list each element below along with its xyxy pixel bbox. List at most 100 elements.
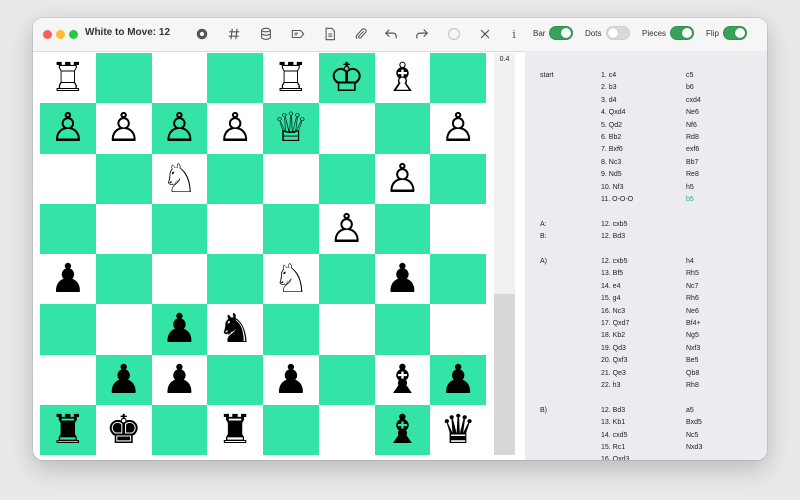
board-square[interactable] [40, 203, 96, 254]
black-move[interactable]: b6 [686, 84, 694, 91]
chess-piece[interactable]: ♝ [384, 410, 420, 450]
board-square[interactable] [374, 203, 431, 254]
black-move[interactable]: Re8 [686, 171, 699, 178]
chess-piece[interactable]: ♟ [273, 360, 309, 400]
move-line[interactable]: 5. Qd2 Nf6 [525, 122, 767, 134]
chess-piece[interactable]: ♝ [384, 360, 420, 400]
database-icon[interactable] [258, 26, 274, 42]
move-line[interactable]: 21. Qe3 Qb8 [525, 370, 767, 382]
black-move[interactable]: b5 [686, 196, 694, 203]
white-move[interactable]: 12. Bd3 [601, 407, 625, 414]
board-square[interactable]: ♙ [207, 103, 263, 154]
chess-piece[interactable]: ♟ [50, 259, 86, 299]
chess-piece[interactable]: ♜ [50, 410, 86, 450]
board-square[interactable] [151, 53, 208, 104]
black-move[interactable]: Ng5 [686, 332, 699, 339]
black-move[interactable]: Rh6 [686, 295, 699, 302]
board-square[interactable]: ♛ [430, 404, 486, 455]
move-line[interactable]: 14. cxd5 Nc5 [525, 432, 767, 444]
move-line[interactable]: 10. Nf3 h5 [525, 184, 767, 196]
black-move[interactable]: Bf4+ [686, 320, 701, 327]
chess-piece[interactable]: ♚ [106, 410, 142, 450]
board-square[interactable] [95, 254, 152, 305]
white-move[interactable]: 4. Qxd4 [601, 109, 626, 116]
board-square[interactable] [263, 304, 319, 355]
black-move[interactable]: Rd8 [686, 134, 699, 141]
black-move[interactable]: Rh8 [686, 382, 699, 389]
board-square[interactable] [151, 404, 208, 455]
move-line[interactable]: 7. Bxf6 exf6 [525, 146, 767, 158]
white-move[interactable]: 16. Qxd3 [601, 456, 629, 460]
board-square[interactable]: ♗ [374, 53, 431, 104]
board-square[interactable]: ♟ [151, 304, 208, 355]
move-line[interactable]: 16. Qxd3 [525, 456, 767, 460]
white-move[interactable]: 6. Bb2 [601, 134, 621, 141]
chess-piece[interactable]: ♙ [329, 209, 365, 249]
move-line[interactable]: 18. Kb2 Ng5 [525, 332, 767, 344]
info-icon[interactable]: i [506, 26, 522, 42]
board-square[interactable] [40, 153, 96, 204]
move-line[interactable]: A) 12. cxb5 h4 [525, 258, 767, 270]
white-move[interactable]: 13. Bf5 [601, 270, 623, 277]
board-square[interactable] [430, 203, 486, 254]
board-square[interactable] [207, 254, 263, 305]
board-square[interactable]: ♟ [263, 354, 319, 405]
chess-piece[interactable]: ♙ [50, 108, 86, 148]
white-move[interactable]: 22. h3 [601, 382, 620, 389]
chess-piece[interactable]: ♖ [273, 58, 309, 98]
move-line[interactable]: 4. Qxd4 Ne6 [525, 109, 767, 121]
move-line[interactable]: start 1. c4 c5 [525, 72, 767, 84]
move-line[interactable]: 16. Nc3 Ne6 [525, 308, 767, 320]
white-move[interactable]: 19. Qd3 [601, 345, 626, 352]
move-line[interactable]: 13. Bf5 Rh5 [525, 270, 767, 282]
board-square[interactable]: ♜ [40, 404, 96, 455]
white-move[interactable]: 15. g4 [601, 295, 620, 302]
board-square[interactable]: ♙ [374, 153, 431, 204]
chess-piece[interactable]: ♙ [217, 108, 253, 148]
board-square[interactable] [263, 153, 319, 204]
board-square[interactable]: ♙ [151, 103, 208, 154]
chess-piece[interactable]: ♘ [161, 159, 197, 199]
chess-piece[interactable]: ♙ [161, 108, 197, 148]
close-icon[interactable] [477, 26, 493, 42]
black-move[interactable]: Nf6 [686, 122, 697, 129]
board-square[interactable] [95, 304, 152, 355]
white-move[interactable]: 14. e4 [601, 283, 620, 290]
white-move[interactable]: 7. Bxf6 [601, 146, 623, 153]
board-square[interactable] [318, 304, 375, 355]
black-move[interactable]: Ne6 [686, 308, 699, 315]
board-square[interactable] [95, 153, 152, 204]
white-move[interactable]: 18. Kb2 [601, 332, 625, 339]
chess-piece[interactable]: ♟ [161, 360, 197, 400]
board-square[interactable]: ♘ [263, 254, 319, 305]
board-square[interactable] [207, 53, 263, 104]
chess-piece[interactable]: ♟ [384, 259, 420, 299]
board-square[interactable]: ♝ [374, 354, 431, 405]
black-move[interactable]: Nc7 [686, 283, 698, 290]
board-square[interactable] [318, 354, 375, 405]
white-move[interactable]: 20. Qxf3 [601, 357, 627, 364]
board-square[interactable]: ♙ [430, 103, 486, 154]
board-square[interactable] [207, 153, 263, 204]
board-square[interactable] [430, 53, 486, 104]
chess-piece[interactable]: ♗ [384, 58, 420, 98]
board-square[interactable]: ♟ [95, 354, 152, 405]
close-window-button[interactable] [43, 30, 52, 39]
board-square[interactable]: ♖ [263, 53, 319, 104]
board-square[interactable] [374, 103, 431, 154]
white-move[interactable]: 12. Bd3 [601, 233, 625, 240]
black-move[interactable]: c5 [686, 72, 693, 79]
black-move[interactable]: Nxf3 [686, 345, 700, 352]
board-square[interactable]: ♖ [40, 53, 96, 104]
board-square[interactable]: ♙ [40, 103, 96, 154]
undo-icon[interactable] [383, 26, 399, 42]
move-line[interactable]: 6. Bb2 Rd8 [525, 134, 767, 146]
white-move[interactable]: 5. Qd2 [601, 122, 622, 129]
move-line[interactable]: 14. e4 Nc7 [525, 283, 767, 295]
stop-icon[interactable] [446, 26, 462, 42]
black-move[interactable]: Rh5 [686, 270, 699, 277]
board-square[interactable] [207, 203, 263, 254]
bar-toggle[interactable] [549, 26, 573, 40]
move-line[interactable]: 8. Nc3 Bb7 [525, 159, 767, 171]
move-line[interactable]: B: 12. Bd3 [525, 233, 767, 245]
